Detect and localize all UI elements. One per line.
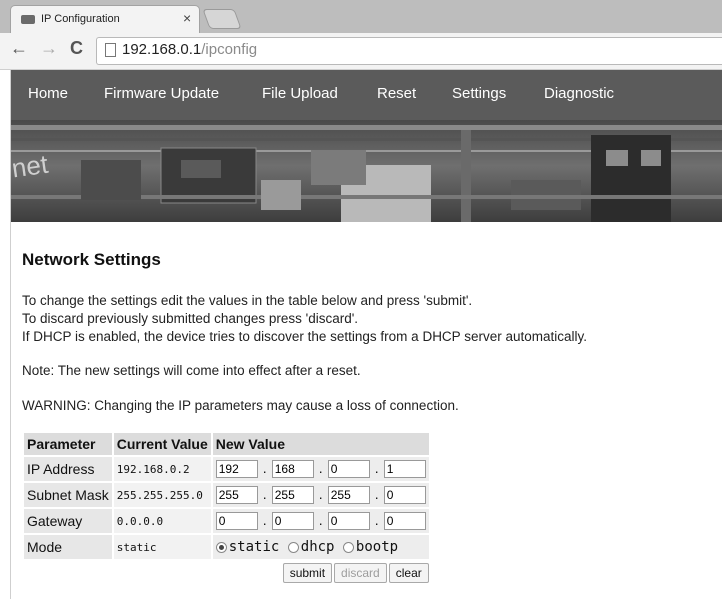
mask-octet-4-input[interactable] xyxy=(383,486,426,504)
table-row-ip-address: IP Address 192.168.0.2 ... xyxy=(24,457,429,481)
dot-separator: . xyxy=(262,460,267,476)
gateway-octet-4-input[interactable] xyxy=(383,512,426,530)
current-value: 0.0.0.0 xyxy=(113,509,211,533)
nav-diagnostic[interactable]: Diagnostic xyxy=(544,85,614,102)
url-host: 192.168.0.1 xyxy=(122,41,202,58)
new-value-cell: ... xyxy=(212,483,429,507)
current-value: static xyxy=(113,535,211,559)
ip-octet-2-input[interactable] xyxy=(271,460,314,478)
page-content: Home Firmware Update File Upload Reset S… xyxy=(10,70,722,599)
table-row-subnet-mask: Subnet Mask 255.255.255.0 ... xyxy=(24,483,429,507)
dot-separator: . xyxy=(318,512,323,528)
dot-separator: . xyxy=(374,460,379,476)
svg-text:net: net xyxy=(11,149,51,184)
row-label: Subnet Mask xyxy=(24,483,112,507)
radio-bootp-label: bootp xyxy=(355,539,399,555)
warning-text: WARNING: Changing the IP parameters may … xyxy=(22,398,459,413)
tab-title: IP Configuration xyxy=(41,13,120,25)
gateway-octet-3-input[interactable] xyxy=(327,512,370,530)
table-header-row: Parameter Current Value New Value xyxy=(24,433,429,455)
reload-icon[interactable]: C xyxy=(70,38,83,59)
dot-separator: . xyxy=(374,512,379,528)
nav-firmware-update[interactable]: Firmware Update xyxy=(104,85,219,102)
header-new-value: New Value xyxy=(212,433,429,455)
nav-file-upload[interactable]: File Upload xyxy=(262,85,338,102)
gateway-octet-2-input[interactable] xyxy=(271,512,314,530)
clear-button[interactable]: clear xyxy=(388,563,429,583)
network-settings-table: Parameter Current Value New Value IP Add… xyxy=(22,431,431,587)
radio-dhcp-label: dhcp xyxy=(300,539,335,555)
nav-settings[interactable]: Settings xyxy=(452,85,506,102)
radio-bootp[interactable] xyxy=(342,541,354,553)
mode-radio-group: static dhcp bootp xyxy=(212,535,429,559)
button-row: submit discard clear xyxy=(24,561,429,585)
dot-separator: . xyxy=(262,486,267,502)
url-path: /ipconfig xyxy=(201,41,258,58)
nav-reset[interactable]: Reset xyxy=(377,85,416,102)
current-value: 192.168.0.2 xyxy=(113,457,211,481)
dot-separator: . xyxy=(262,512,267,528)
ip-octet-3-input[interactable] xyxy=(327,460,370,478)
mask-octet-2-input[interactable] xyxy=(271,486,314,504)
dot-separator: . xyxy=(374,486,379,502)
intro-line-3: If DHCP is enabled, the device tries to … xyxy=(22,329,587,344)
row-label: IP Address xyxy=(24,457,112,481)
radio-static-label: static xyxy=(228,539,280,555)
submit-button[interactable]: submit xyxy=(282,563,333,583)
new-value-cell: ... xyxy=(212,509,429,533)
ip-octet-1-input[interactable] xyxy=(215,460,258,478)
radio-static[interactable] xyxy=(215,541,227,553)
row-label: Gateway xyxy=(24,509,112,533)
new-tab-button[interactable] xyxy=(202,9,242,29)
header-banner-image: net xyxy=(11,120,722,222)
close-tab-icon[interactable]: × xyxy=(183,10,191,26)
circuit-board-graphic: net xyxy=(11,125,722,222)
browser-chrome: IP Configuration × ← → C 192.168.0.1/ipc… xyxy=(0,0,722,70)
forward-arrow-icon[interactable]: → xyxy=(40,38,58,59)
header-parameter: Parameter xyxy=(24,433,112,455)
new-value-cell: ... xyxy=(212,457,429,481)
mask-octet-1-input[interactable] xyxy=(215,486,258,504)
url-text: 192.168.0.1/ipconfig xyxy=(122,41,257,58)
table-row-mode: Mode static static dhcp bootp xyxy=(24,535,429,559)
page-icon xyxy=(105,43,116,57)
mask-octet-3-input[interactable] xyxy=(327,486,370,504)
table-row-gateway: Gateway 0.0.0.0 ... xyxy=(24,509,429,533)
radio-dhcp[interactable] xyxy=(287,541,299,553)
dot-separator: . xyxy=(318,486,323,502)
page-title: Network Settings xyxy=(22,250,161,269)
favicon-icon xyxy=(21,15,35,24)
intro-line-1: To change the settings edit the values i… xyxy=(22,293,473,308)
browser-toolbar: ← → C 192.168.0.1/ipconfig xyxy=(0,33,722,70)
intro-line-2: To discard previously submitted changes … xyxy=(22,311,359,326)
main-nav: Home Firmware Update File Upload Reset S… xyxy=(11,70,722,120)
ip-octet-4-input[interactable] xyxy=(383,460,426,478)
discard-button[interactable]: discard xyxy=(334,563,387,583)
tab-strip: IP Configuration × xyxy=(0,0,722,34)
row-label: Mode xyxy=(24,535,112,559)
back-arrow-icon[interactable]: ← xyxy=(10,38,28,59)
note-text: Note: The new settings will come into ef… xyxy=(22,363,361,378)
gateway-octet-1-input[interactable] xyxy=(215,512,258,530)
browser-tab[interactable]: IP Configuration × xyxy=(10,5,200,34)
header-current-value: Current Value xyxy=(113,433,211,455)
address-bar[interactable]: 192.168.0.1/ipconfig xyxy=(96,37,722,65)
current-value: 255.255.255.0 xyxy=(113,483,211,507)
button-cell: submit discard clear xyxy=(24,561,429,585)
dot-separator: . xyxy=(318,460,323,476)
nav-home[interactable]: Home xyxy=(28,85,68,102)
